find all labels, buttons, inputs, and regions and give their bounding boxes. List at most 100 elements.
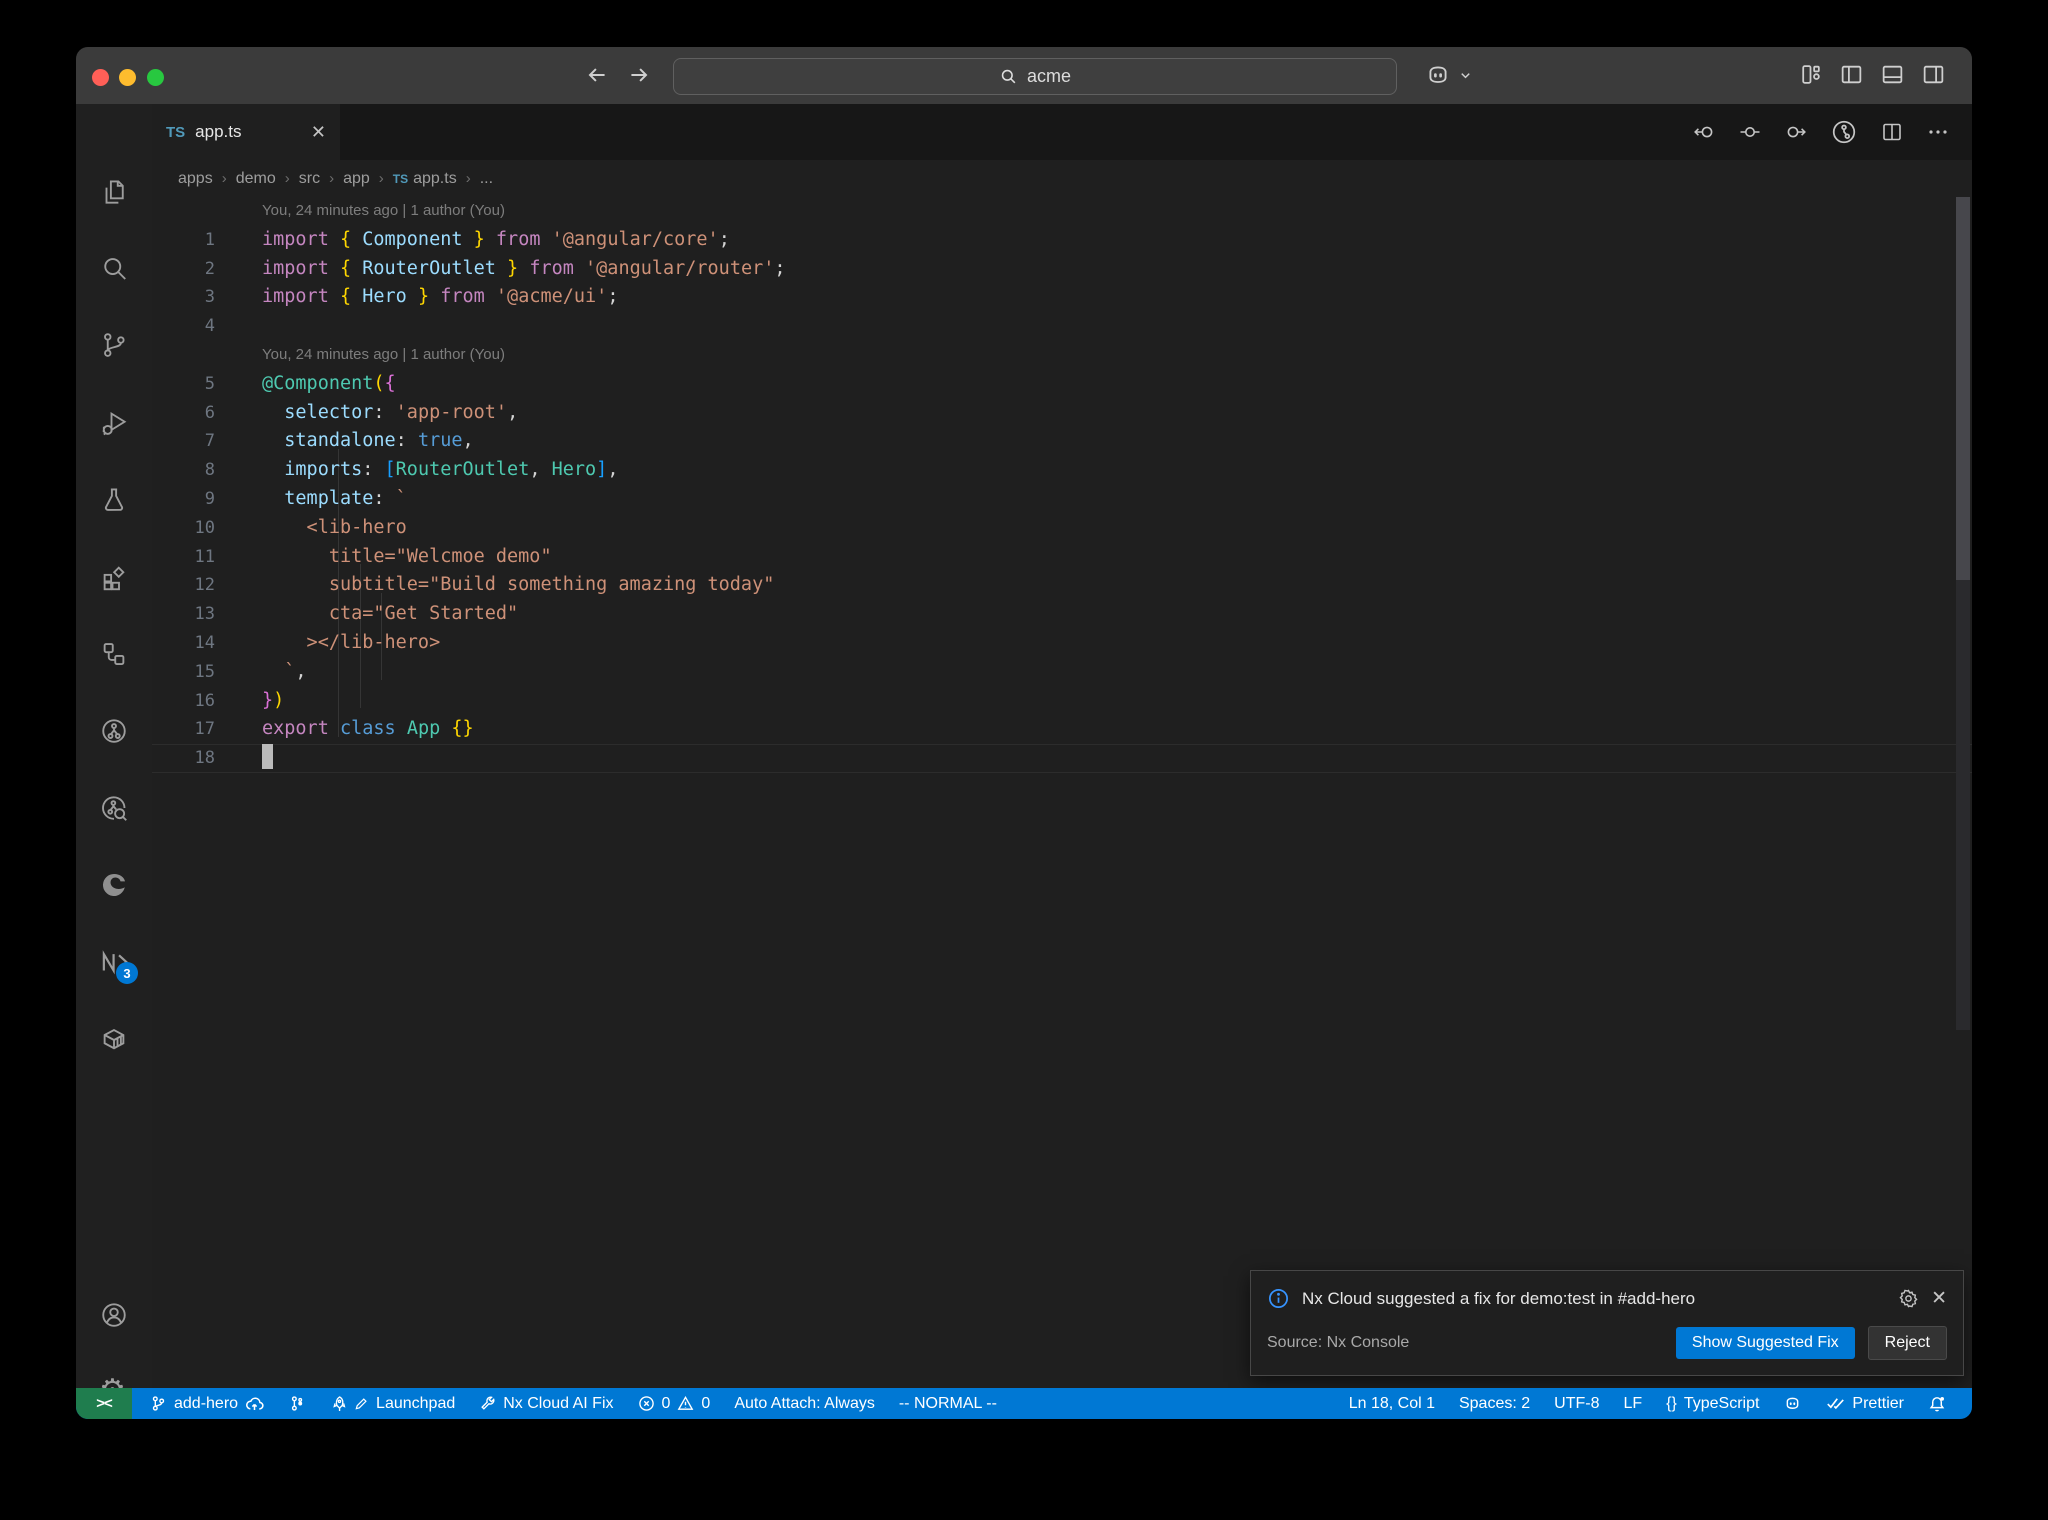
breadcrumb[interactable]: apps › demo › src › app › TS app.ts ›... (152, 160, 1972, 197)
nav-forward-circle-icon[interactable] (1784, 120, 1808, 144)
status-auto-attach[interactable]: Auto Attach: Always (722, 1388, 887, 1419)
line-number: 4 (204, 316, 215, 337)
notification-close-icon[interactable]: ✕ (1931, 1287, 1947, 1310)
status-language[interactable]: {} TypeScript (1654, 1388, 1771, 1419)
explorer-icon[interactable] (99, 177, 129, 207)
toggle-secondary-sidebar-icon[interactable] (1921, 62, 1946, 87)
status-indentation[interactable]: Spaces: 2 (1447, 1388, 1542, 1419)
more-actions-icon[interactable] (1926, 120, 1950, 144)
notification-source: Source: Nx Console (1267, 1334, 1410, 1351)
rocket-icon (333, 1395, 346, 1411)
line-number: 13 (194, 604, 215, 625)
breadcrumb-separator: › (465, 170, 471, 187)
title-bar: acme (76, 47, 1972, 104)
commit-node-icon[interactable] (1738, 120, 1762, 144)
command-center-search[interactable]: acme (673, 58, 1397, 95)
blame-annotation: You, 24 minutes ago | 1 author (You) (262, 345, 505, 363)
scrollbar-thumb[interactable] (1956, 197, 1970, 580)
typescript-file-icon: TS (166, 123, 186, 141)
scrollbar-track[interactable] (1956, 580, 1970, 1030)
warning-icon (678, 1395, 694, 1410)
line-number: 15 (194, 661, 215, 682)
notifications-bell-icon[interactable] (1916, 1388, 1958, 1419)
breadcrumb-item[interactable]: demo (236, 170, 276, 188)
nav-forward-arrow-icon[interactable] (626, 62, 652, 88)
code-line: 10 <lib-hero (152, 514, 1972, 543)
edge-tools-icon[interactable] (99, 870, 129, 900)
tab-close-icon[interactable]: ✕ (311, 122, 326, 143)
source-control-icon[interactable] (99, 330, 129, 360)
run-debug-icon[interactable] (99, 408, 129, 438)
line-number: 9 (204, 488, 215, 509)
customize-layout-icon[interactable] (1798, 62, 1823, 87)
search-sidebar-icon[interactable] (99, 254, 129, 284)
code-line: 1 import { Component } from '@angular/cor… (152, 226, 1972, 255)
breadcrumb-item[interactable]: app (343, 170, 370, 188)
split-editor-icon[interactable] (1880, 120, 1904, 144)
breadcrumb-item[interactable]: ... (480, 170, 493, 188)
notification-toast: Nx Cloud suggested a fix for demo:test i… (1250, 1270, 1964, 1376)
code-line: 3 import { Hero } from '@acme/ui'; (152, 283, 1972, 312)
nx-run-target-icon[interactable] (99, 716, 129, 746)
status-commit-graph-icon[interactable] (276, 1388, 317, 1419)
containers-icon[interactable] (99, 1024, 129, 1054)
typescript-file-icon: TS (392, 171, 409, 186)
double-check-icon (1827, 1398, 1845, 1410)
reject-button[interactable]: Reject (1867, 1326, 1947, 1360)
extensions-icon[interactable] (99, 563, 129, 593)
status-copilot-icon[interactable] (1771, 1388, 1814, 1419)
code-line: 5 @Component({ (152, 370, 1972, 399)
nav-back-arrow-icon[interactable] (584, 62, 610, 88)
code-rows: You, 24 minutes ago | 1 author (You) 1 imp… (152, 197, 1972, 773)
code-line: 6 selector: 'app-root', (152, 399, 1972, 428)
status-cursor-position[interactable]: Ln 18, Col 1 (1337, 1388, 1447, 1419)
status-branch[interactable]: add-hero (138, 1388, 276, 1419)
close-window-button[interactable] (92, 69, 109, 86)
status-launchpad[interactable]: Launchpad (317, 1388, 467, 1419)
nx-console-badge: 3 (116, 962, 138, 984)
nx-console-icon[interactable]: 3 (99, 947, 138, 984)
status-vim-mode[interactable]: -- NORMAL -- (887, 1388, 1009, 1419)
nx-search-icon[interactable] (99, 793, 129, 823)
line-number: 10 (194, 517, 215, 538)
copilot-menu[interactable] (1424, 61, 1473, 89)
line-number: 5 (204, 373, 215, 394)
code-editor[interactable]: You, 24 minutes ago | 1 author (You) 1 imp… (152, 197, 1972, 1388)
status-problems[interactable]: 0 0 (626, 1388, 723, 1419)
code-line: 12 subtitle="Build something amazing tod… (152, 571, 1972, 600)
status-encoding[interactable]: UTF-8 (1542, 1388, 1611, 1419)
maximize-window-button[interactable] (147, 69, 164, 86)
show-suggested-fix-button[interactable]: Show Suggested Fix (1675, 1327, 1855, 1359)
accounts-icon[interactable] (99, 1300, 129, 1330)
testing-icon[interactable] (99, 485, 129, 515)
tab-app-ts[interactable]: TS app.ts ✕ (152, 104, 340, 160)
nx-run-file-icon[interactable] (1830, 118, 1858, 146)
code-line: 15 `, (152, 658, 1972, 687)
vscode-window: acme 3 TS app.ts ✕ apps › demo › src › a… (76, 47, 1972, 1419)
line-number: 1 (204, 229, 215, 250)
status-nx-cloud-ai-fix[interactable]: Nx Cloud AI Fix (467, 1388, 625, 1419)
info-icon (1267, 1287, 1290, 1310)
toggle-primary-sidebar-icon[interactable] (1839, 62, 1864, 87)
line-number: 2 (204, 258, 215, 279)
minimize-window-button[interactable] (119, 69, 136, 86)
nav-back-circle-icon[interactable] (1692, 120, 1716, 144)
line-number: 14 (194, 632, 215, 653)
hierarchy-icon[interactable] (99, 639, 129, 669)
toggle-panel-icon[interactable] (1880, 62, 1905, 87)
line-number: 11 (194, 546, 215, 567)
breadcrumb-separator: › (284, 170, 290, 187)
breadcrumb-separator: › (329, 170, 335, 187)
remote-indicator[interactable]: >< (76, 1388, 132, 1419)
breadcrumb-item[interactable]: app.ts (413, 170, 457, 188)
code-line: 8 imports: [RouterOutlet, Hero], (152, 456, 1972, 485)
line-number: 18 (194, 748, 215, 769)
status-eol[interactable]: LF (1611, 1388, 1654, 1419)
breadcrumb-separator: › (378, 170, 384, 187)
breadcrumb-item[interactable]: src (299, 170, 320, 188)
status-prettier[interactable]: Prettier (1814, 1388, 1916, 1419)
notification-settings-gear-icon[interactable] (1898, 1288, 1919, 1309)
code-line: 14 ></lib-hero> (152, 629, 1972, 658)
code-line: 7 standalone: true, (152, 427, 1972, 456)
breadcrumb-item[interactable]: apps (178, 170, 213, 188)
